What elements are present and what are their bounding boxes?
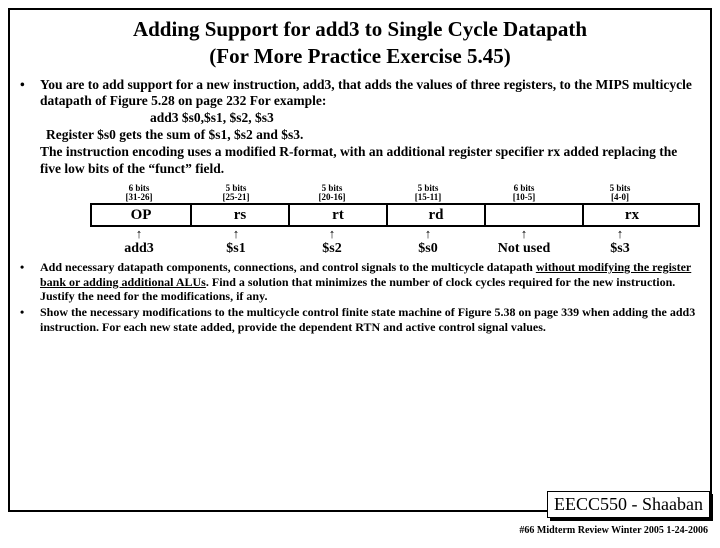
arrow-rs: ↑$s1 xyxy=(188,227,284,256)
slide-frame: Adding Support for add3 to Single Cycle … xyxy=(8,8,712,512)
bullet-1-p2: Register $s0 gets the sum of $s1, $s2 an… xyxy=(46,127,700,144)
title-line-1: Adding Support for add3 to Single Cycle … xyxy=(133,17,587,41)
bullet-1-p1: You are to add support for a new instruc… xyxy=(40,77,700,111)
title-line-2: (For More Practice Exercise 5.45) xyxy=(209,44,510,68)
instruction-format-table: 6 bits[31-26] 5 bits[25-21] 5 bits[20-16… xyxy=(90,184,700,256)
bits-rx: 5 bits[4-0] xyxy=(572,184,668,203)
up-arrow-icon: ↑ xyxy=(90,227,188,240)
field-rs: rs xyxy=(192,205,290,225)
arrow-rd: ↑$s0 xyxy=(380,227,476,256)
field-rd: rd xyxy=(388,205,486,225)
bullet-2: • Add necessary datapath components, con… xyxy=(20,260,700,303)
field-notused xyxy=(486,205,584,225)
field-names-row: OP rs rt rd rx xyxy=(90,203,700,227)
field-rx: rx xyxy=(584,205,680,225)
bullet-3: • Show the necessary modifications to th… xyxy=(20,305,700,334)
field-arrows-row: ↑add3 ↑$s1 ↑$s2 ↑$s0 ↑Not used ↑$s3 xyxy=(90,227,700,256)
up-arrow-icon: ↑ xyxy=(380,227,476,240)
field-rt: rt xyxy=(290,205,388,225)
course-label-box: EECC550 - Shaaban xyxy=(547,491,710,518)
bullet-1: • You are to add support for a new instr… xyxy=(20,77,700,259)
up-arrow-icon: ↑ xyxy=(476,227,572,240)
course-label: EECC550 - Shaaban xyxy=(554,494,703,514)
bullet-1-content: You are to add support for a new instruc… xyxy=(40,77,700,259)
arrow-rt: ↑$s2 xyxy=(284,227,380,256)
bit-labels-row: 6 bits[31-26] 5 bits[25-21] 5 bits[20-16… xyxy=(90,184,700,203)
bullet-1-p3: The instruction encoding uses a modified… xyxy=(40,144,700,178)
bullet-3-content: Show the necessary modifications to the … xyxy=(40,305,700,334)
up-arrow-icon: ↑ xyxy=(284,227,380,240)
slide-title: Adding Support for add3 to Single Cycle … xyxy=(20,16,700,71)
bits-op: 6 bits[31-26] xyxy=(90,184,188,203)
arrow-notused: ↑Not used xyxy=(476,227,572,256)
bullet-mark: • xyxy=(20,77,40,94)
bullet-mark: • xyxy=(20,260,40,274)
bits-notused: 6 bits[10-5] xyxy=(476,184,572,203)
arrow-op: ↑add3 xyxy=(90,227,188,256)
footer-note: #66 Midterm Review Winter 2005 1-24-2006 xyxy=(519,525,708,536)
bullet-2-content: Add necessary datapath components, conne… xyxy=(40,260,700,303)
body: • You are to add support for a new instr… xyxy=(20,77,700,334)
up-arrow-icon: ↑ xyxy=(572,227,668,240)
bits-rd: 5 bits[15-11] xyxy=(380,184,476,203)
bits-rt: 5 bits[20-16] xyxy=(284,184,380,203)
bits-rs: 5 bits[25-21] xyxy=(188,184,284,203)
bullet-1-example: add3 $s0,$s1, $s2, $s3 xyxy=(150,110,700,127)
field-op: OP xyxy=(92,205,192,225)
arrow-rx: ↑$s3 xyxy=(572,227,668,256)
bullet-mark: • xyxy=(20,305,40,319)
up-arrow-icon: ↑ xyxy=(188,227,284,240)
